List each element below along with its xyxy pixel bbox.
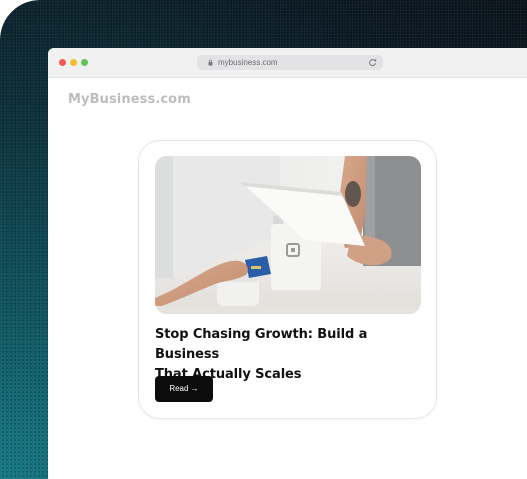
lock-icon [208, 59, 213, 66]
browser-toolbar: mybusiness.com [48, 48, 527, 78]
address-bar[interactable]: mybusiness.com [197, 55, 383, 70]
article-title-line1: Stop Chasing Growth: Build a Business [155, 327, 368, 362]
article-image [155, 156, 421, 314]
stage: mybusiness.com MyBusiness.com Stop Chasi… [0, 0, 527, 479]
close-window-button[interactable] [59, 59, 66, 66]
reload-icon[interactable] [368, 58, 377, 67]
read-button[interactable]: Read → [155, 376, 213, 402]
url-text: mybusiness.com [218, 58, 278, 67]
article-card: Stop Chasing Growth: Build a Business Th… [138, 140, 437, 419]
maximize-window-button[interactable] [81, 59, 88, 66]
minimize-window-button[interactable] [70, 59, 77, 66]
browser-window: mybusiness.com MyBusiness.com Stop Chasi… [48, 48, 527, 479]
point-of-sale-photo [155, 156, 421, 314]
site-logo[interactable]: MyBusiness.com [68, 92, 191, 107]
